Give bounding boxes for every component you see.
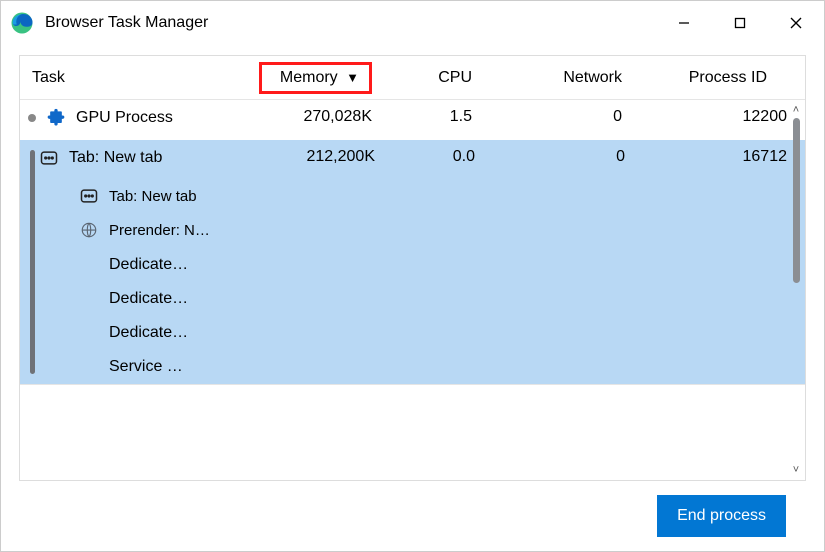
table-row[interactable]: GPU Process 270,028K 1.5 0 12200 [20,100,805,140]
footer: End process [19,481,806,551]
task-label: Prerender: N… [109,222,210,239]
memory-value: 212,200K [255,140,393,166]
memory-value: 270,028K [252,100,390,126]
vertical-scrollbar[interactable]: ˄ ˅ [789,104,803,476]
column-header-row: Task Memory ▼ CPU Network Process ID [20,56,805,100]
maximize-button[interactable] [712,1,768,45]
edge-icon [9,10,35,36]
group-indicator-bar [30,150,35,374]
network-value: 0 [490,100,640,126]
column-header-pid[interactable]: Process ID [640,69,785,87]
task-table: Task Memory ▼ CPU Network Process ID [19,55,806,481]
column-header-memory-label: Memory [280,69,338,86]
globe-icon [79,220,99,240]
cpu-value: 0.0 [393,140,493,166]
column-header-memory[interactable]: Memory ▼ [252,62,390,94]
table-body: GPU Process 270,028K 1.5 0 12200 [20,100,805,480]
column-header-network[interactable]: Network [490,69,640,87]
table-row-partial[interactable] [20,384,805,398]
scroll-thumb[interactable] [793,118,800,283]
expand-dot-icon [28,114,36,122]
child-list: Tab: New tab Prerender: N… Dedica [39,180,805,384]
memory-highlight: Memory ▼ [259,62,372,94]
end-process-button[interactable]: End process [657,495,786,537]
scroll-down-icon[interactable]: ˅ [793,464,799,476]
pid-value: 16712 [643,140,805,166]
task-label: Dedicated W… [39,248,189,282]
task-label: Dedicated W… [39,282,189,316]
table-row-selected-group[interactable]: Tab: New tab 212,200K 0.0 0 16712 [20,140,805,384]
task-label: Tab: New tab [69,149,162,167]
minimize-button[interactable] [656,1,712,45]
close-button[interactable] [768,1,824,45]
tab-icon [39,148,59,168]
content-area: Task Memory ▼ CPU Network Process ID [1,45,824,551]
column-header-cpu[interactable]: CPU [390,69,490,87]
task-label: Tab: New tab [109,188,197,205]
puzzle-icon [46,108,66,128]
sort-indicator-icon: ▼ [346,70,359,85]
title-bar: Browser Task Manager [1,1,824,45]
task-label: Dedicated W… [39,316,189,350]
tab-icon [79,186,99,206]
window-title: Browser Task Manager [45,14,208,32]
network-value: 0 [493,140,643,166]
task-label: Service Work… [39,350,189,384]
pid-value: 12200 [640,100,805,126]
scroll-up-icon[interactable]: ˄ [793,104,799,116]
column-header-task[interactable]: Task [20,69,252,87]
cpu-value: 1.5 [390,100,490,126]
task-label: GPU Process [76,109,173,127]
